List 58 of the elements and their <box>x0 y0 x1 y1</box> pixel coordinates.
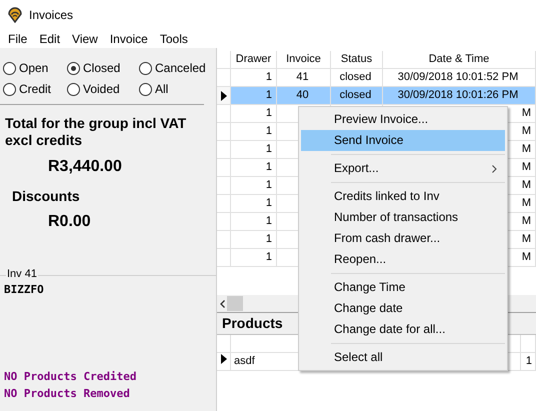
column-header[interactable]: Invoice <box>277 51 331 69</box>
radio-label[interactable]: Voided <box>83 82 120 96</box>
radio-label[interactable]: Closed <box>83 61 120 75</box>
radio-button[interactable] <box>139 62 152 74</box>
discounts-amount: R0.00 <box>47 213 92 231</box>
group-title: Inv 41 <box>6 268 38 280</box>
window-title: Invoices <box>29 8 74 22</box>
menu-item[interactable]: View <box>66 30 104 48</box>
context-menu-item[interactable]: Send Invoice <box>301 130 505 151</box>
status-note: NO Products Removed <box>4 386 131 402</box>
column-header[interactable] <box>521 335 536 354</box>
radio-label[interactable]: All <box>155 82 168 96</box>
table-cell: 40 <box>277 87 331 105</box>
row-pointer-icon <box>220 90 226 100</box>
column-header[interactable]: Status <box>331 51 383 69</box>
table-cell: 1 <box>231 105 277 123</box>
menu-item[interactable]: Invoice <box>104 30 154 48</box>
radio-button[interactable] <box>67 62 80 74</box>
row-header[interactable] <box>217 353 231 372</box>
scrollbar-thumb[interactable] <box>227 296 243 312</box>
customer-name: BIZZFO <box>4 283 45 296</box>
column-header[interactable]: Date & Time <box>383 51 536 69</box>
discounts-label: Discounts <box>11 188 81 204</box>
radio-button[interactable] <box>139 82 152 96</box>
radio-button[interactable] <box>67 82 80 96</box>
table-cell: 1 <box>231 231 277 249</box>
table-cell: 1 <box>231 195 277 213</box>
table-cell: closed <box>331 87 383 105</box>
radio-label[interactable]: Canceled <box>155 61 206 75</box>
total-amount: R3,440.00 <box>47 158 123 176</box>
table-cell: 1 <box>521 353 536 372</box>
menu-item[interactable]: Edit <box>33 30 66 48</box>
table-cell: 1 <box>231 213 277 231</box>
menu-item[interactable]: File <box>2 30 34 48</box>
table-cell: 1 <box>231 141 277 159</box>
status-note: NO Products Credited <box>4 369 138 385</box>
table-cell: 1 <box>231 249 277 267</box>
row-pointer-icon <box>220 354 226 364</box>
table-cell: closed <box>331 69 383 87</box>
table-cell: 1 <box>231 159 277 177</box>
table-cell: 1 <box>231 69 277 87</box>
table-cell: 1 <box>231 123 277 141</box>
radio-button[interactable] <box>3 62 16 74</box>
radio-label[interactable]: Credit <box>19 82 52 96</box>
column-header[interactable]: Drawer <box>231 51 277 69</box>
table-cell: 30/09/2018 10:01:52 PM <box>383 69 536 87</box>
logo-icon <box>7 7 23 23</box>
scroll-left-icon[interactable] <box>220 300 225 308</box>
radio-button[interactable] <box>3 82 16 96</box>
row-header[interactable] <box>217 87 231 105</box>
table-cell: 1 <box>231 87 277 105</box>
table-cell: 30/09/2018 10:01:26 PM <box>383 87 536 105</box>
table-cell: 41 <box>277 69 331 87</box>
radio-label[interactable]: Open <box>19 61 48 75</box>
total-label: Total for the group incl VAT excl credits <box>4 114 188 149</box>
menu-item[interactable]: Tools <box>154 30 194 48</box>
context-menu-item[interactable]: Change Time <box>301 277 505 298</box>
table-cell: 1 <box>231 177 277 195</box>
